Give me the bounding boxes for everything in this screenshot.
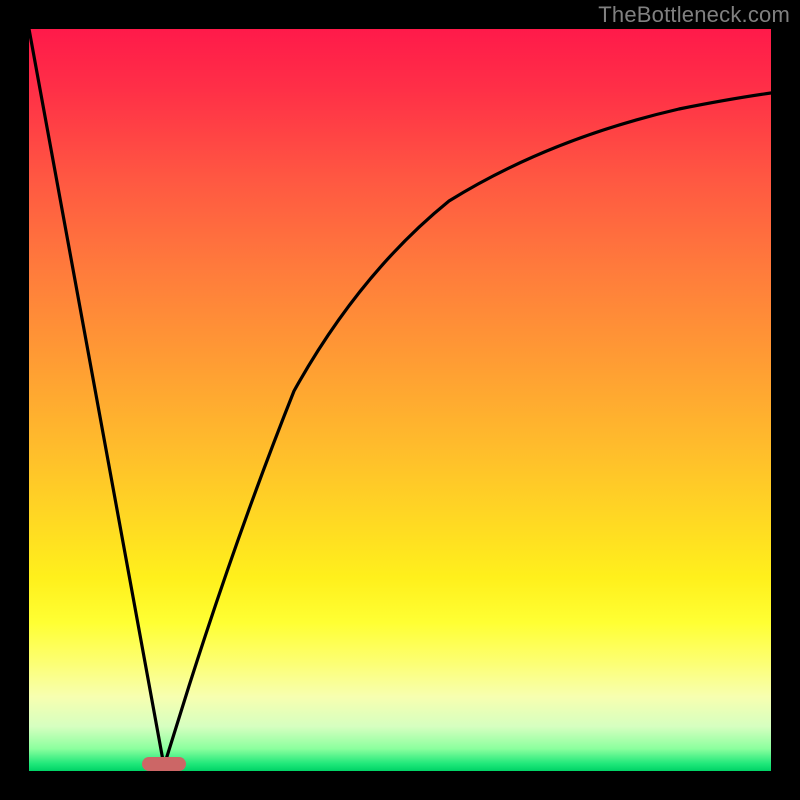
chart-frame: TheBottleneck.com bbox=[0, 0, 800, 800]
bottleneck-curve bbox=[29, 29, 771, 771]
optimum-marker bbox=[142, 757, 186, 771]
curve-path bbox=[29, 29, 771, 766]
plot-area bbox=[29, 29, 771, 771]
watermark-text: TheBottleneck.com bbox=[598, 2, 790, 28]
